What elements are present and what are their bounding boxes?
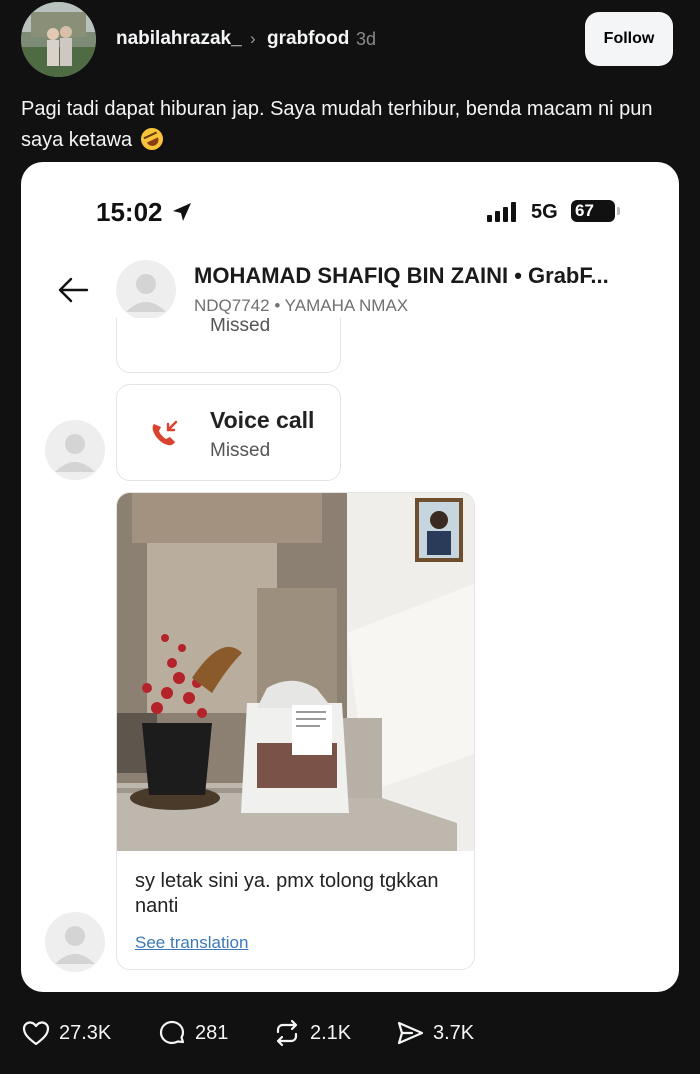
location-arrow-icon — [173, 203, 191, 221]
battery-level: 67 — [575, 201, 594, 220]
comment-button[interactable]: 281 — [157, 1018, 228, 1048]
back-arrow-icon[interactable] — [57, 275, 89, 305]
share-count: 3.7K — [433, 1021, 475, 1044]
call-status: Missed — [210, 440, 271, 461]
rofl-emoji-icon — [137, 124, 167, 154]
screenshot-card[interactable]: 15:02 5G 67 MOHAMAD SHAFIQ BIN ZAINI • G… — [21, 162, 679, 992]
post-actions: 27.3K 281 2.1K 3.7K — [0, 1010, 700, 1056]
voice-call-bubble[interactable]: Voice call Missed — [116, 384, 341, 481]
contact-avatar[interactable] — [116, 260, 176, 320]
battery-nub — [617, 207, 620, 215]
call-title: Voice call — [210, 407, 315, 433]
vehicle-info: NDQ7742 • YAMAHA NMAX — [194, 296, 409, 315]
username[interactable]: nabilahrazak_ — [116, 28, 242, 50]
missed-call-icon — [152, 420, 178, 446]
network-type: 5G — [531, 201, 558, 223]
delivery-photo[interactable] — [117, 493, 474, 851]
sender-avatar — [45, 912, 105, 972]
repost-button[interactable]: 2.1K — [272, 1018, 351, 1048]
signal-icon — [487, 202, 516, 222]
post-header: nabilahrazak_ › grabfood 3d Follow — [0, 0, 700, 80]
post-time: 3d — [356, 29, 377, 49]
previous-call-bubble: Missed — [116, 318, 341, 373]
message-text: sy letak sini ya. pmx tolong tgkkan nant… — [135, 870, 439, 917]
comment-icon — [159, 1020, 185, 1045]
caption-text: Pagi tadi dapat hiburan jap. Saya mudah … — [21, 98, 653, 151]
battery-indicator: 67 — [571, 200, 615, 222]
like-count: 27.3K — [59, 1021, 112, 1044]
user-avatar[interactable] — [21, 2, 96, 77]
status-time: 15:02 — [96, 197, 163, 227]
repost-count: 2.1K — [310, 1021, 352, 1044]
share-icon — [397, 1021, 424, 1045]
community-name[interactable]: grabfood — [267, 28, 349, 50]
comment-count: 281 — [195, 1021, 229, 1044]
previous-call-status: Missed — [210, 318, 271, 336]
follow-button[interactable]: Follow — [585, 12, 673, 66]
chevron-right-icon: › — [250, 29, 256, 48]
photo-message-bubble[interactable]: sy letak sini ya. pmx tolong tgkkan nant… — [116, 492, 475, 970]
sender-avatar — [45, 420, 105, 480]
contact-name: MOHAMAD SHAFIQ BIN ZAINI • GrabF... — [194, 263, 609, 288]
repost-icon — [276, 1019, 298, 1047]
post-caption: Pagi tadi dapat hiburan jap. Saya mudah … — [21, 94, 681, 156]
like-button[interactable]: 27.3K — [21, 1018, 111, 1048]
see-translation-link[interactable]: See translation — [135, 933, 248, 953]
share-button[interactable]: 3.7K — [395, 1018, 474, 1048]
heart-icon — [22, 1021, 50, 1046]
